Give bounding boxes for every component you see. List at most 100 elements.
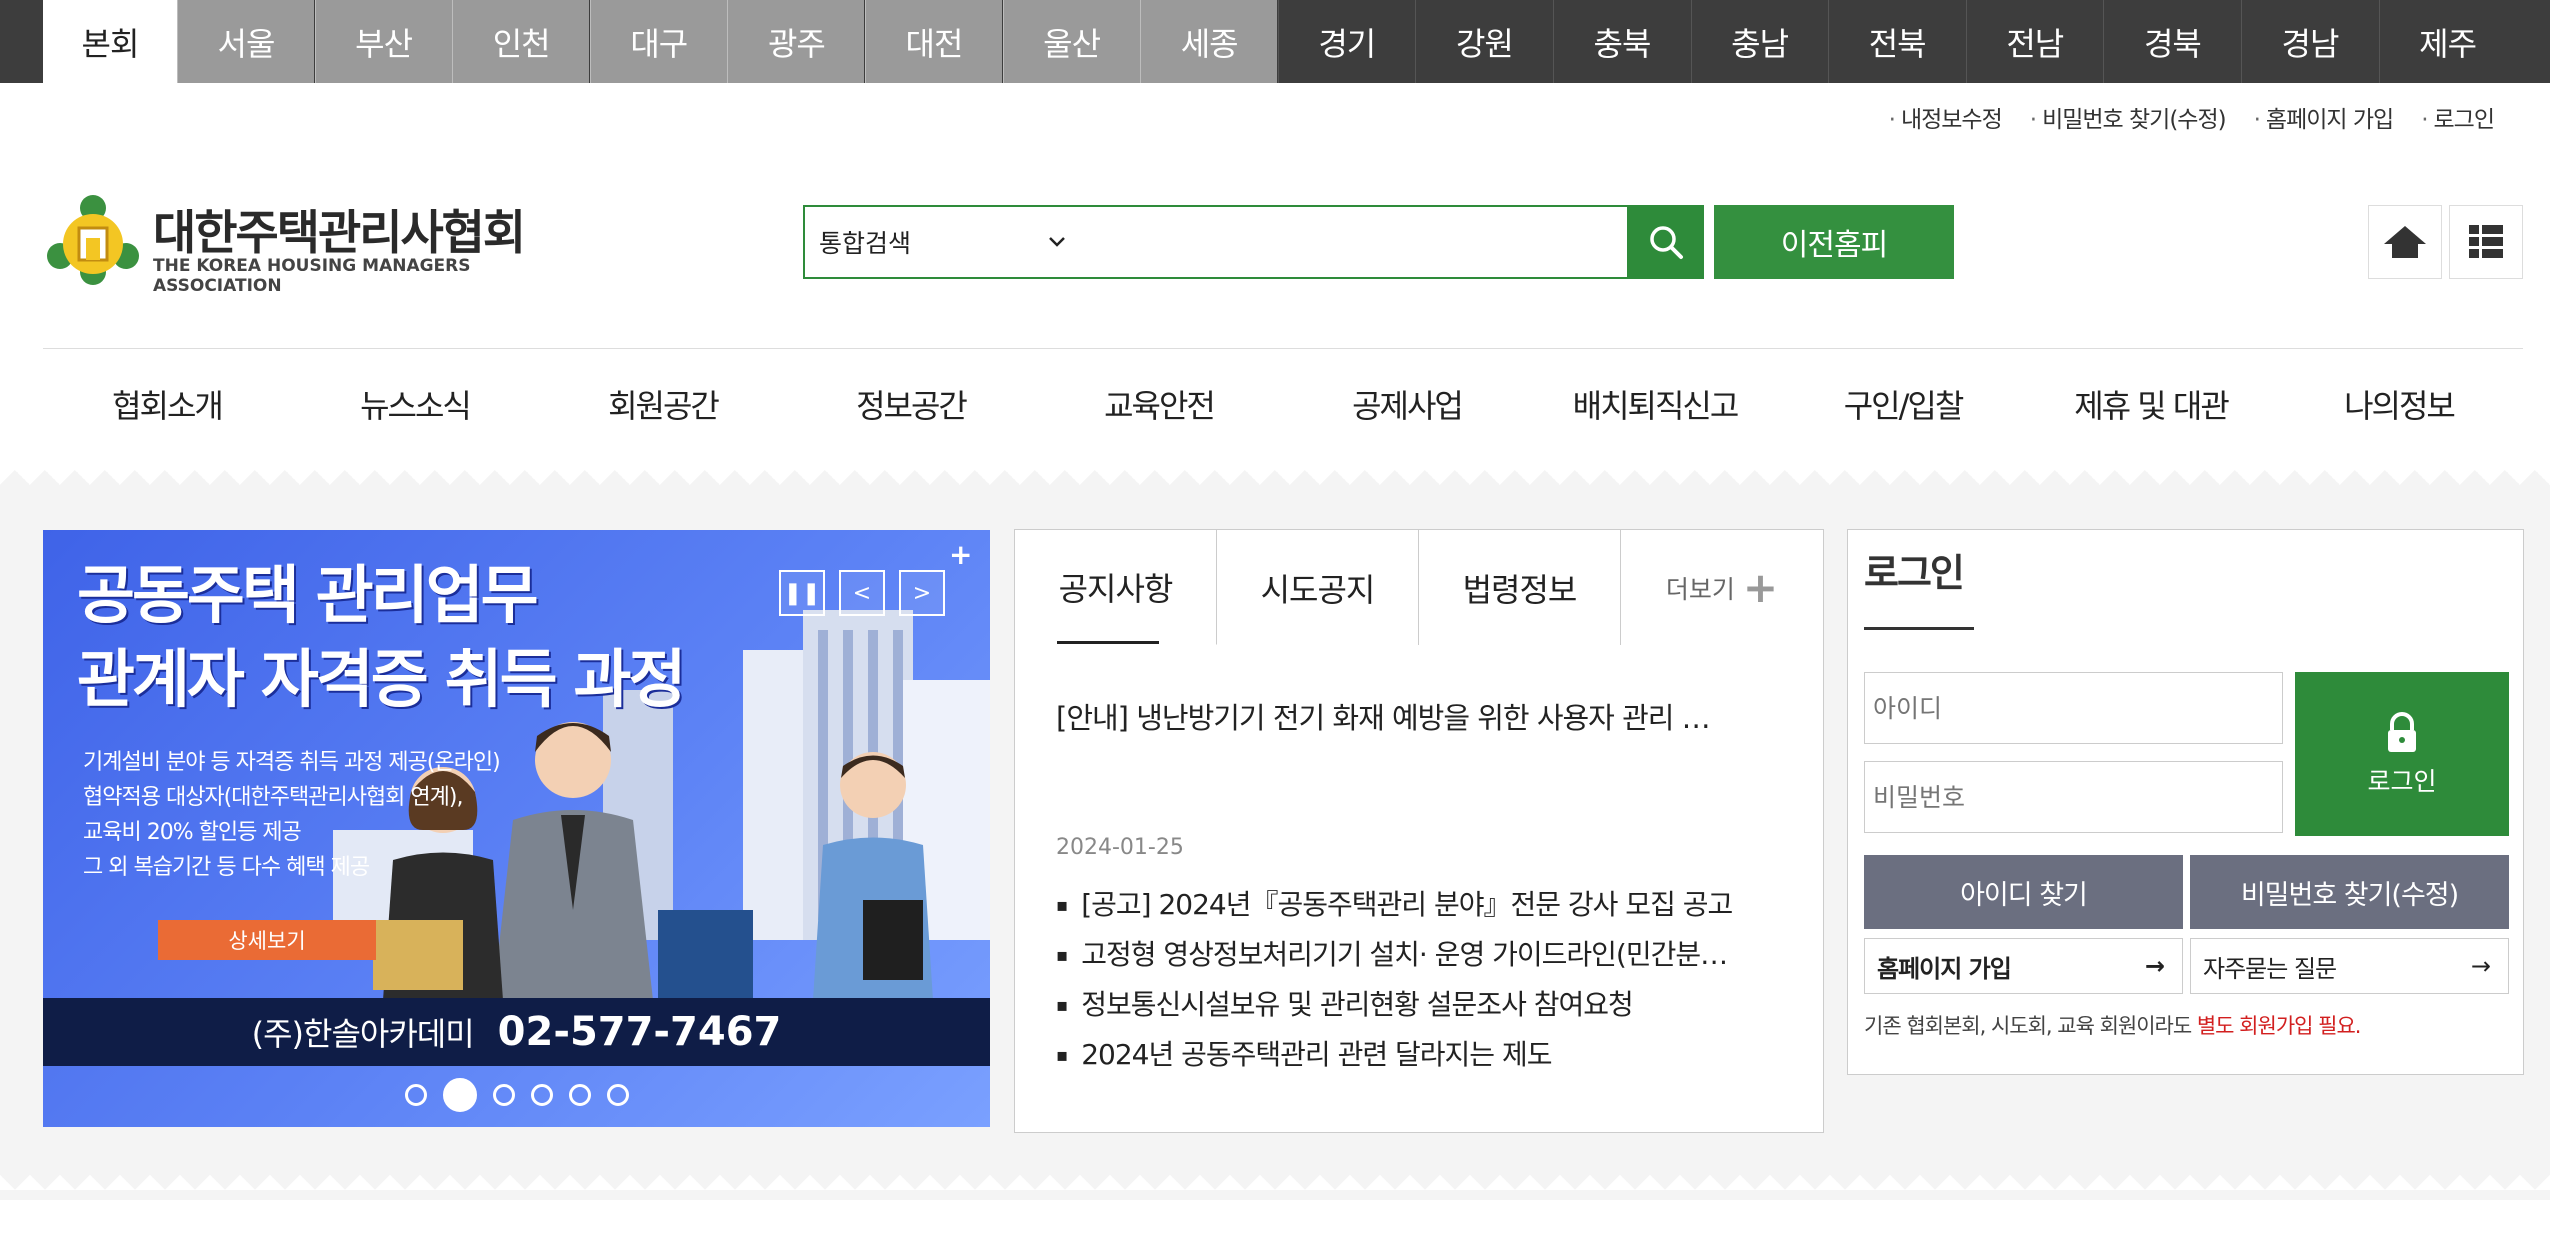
notice-date: 2024-01-25 — [1056, 835, 1184, 860]
region-tab[interactable]: 경기 — [1277, 0, 1415, 83]
login-title: 로그인 — [1864, 551, 1965, 595]
find-password-link[interactable]: 비밀번호 찾기(수정) — [2030, 100, 2227, 134]
region-tab[interactable]: 충남 — [1690, 0, 1828, 83]
region-tab[interactable]: 세종 — [1140, 0, 1278, 83]
region-tab[interactable]: 대구 — [589, 0, 727, 83]
login-note-warning[interactable]: 별도 회원가입 필요. — [2197, 1014, 2362, 1038]
nav-item[interactable]: 배치퇴직신고 — [1531, 349, 1779, 459]
banner-title: 공동주택 관리업무 관계자 자격증 취득 과정 — [77, 554, 686, 722]
site-logo[interactable]: 대한주택관리사협회 THE KOREA HOUSING MANAGERS ASS… — [43, 194, 563, 296]
previous-homepage-button[interactable]: 이전홈피 — [1714, 205, 1954, 279]
search-icon — [1649, 226, 1683, 259]
notice-headline[interactable]: [안내] 냉난방기기 전기 화재 예방을 위한 사용자 관리 … — [1056, 695, 1776, 737]
region-tab[interactable]: 경남 — [2241, 0, 2378, 83]
chevron-right-icon[interactable]: > — [899, 570, 945, 616]
edit-profile-link[interactable]: 내정보수정 — [1889, 100, 2003, 134]
arrow-right-icon: → — [2144, 952, 2165, 980]
find-password-button[interactable]: 비밀번호 찾기(수정) — [2190, 855, 2509, 929]
list-item[interactable]: 고정형 영상정보처리기기 설치· 운영 가이드라인(민간분… — [1056, 930, 1796, 980]
tab-regional-notice[interactable]: 시도공지 — [1217, 530, 1419, 645]
nav-item[interactable]: 회원공간 — [539, 349, 787, 459]
sitemap-button[interactable] — [2449, 205, 2523, 279]
banner-body-line: 협약적용 대상자(대한주택관리사협회 연계), — [83, 785, 463, 810]
lock-icon — [2388, 712, 2416, 752]
login-link[interactable]: 로그인 — [2421, 100, 2495, 134]
home-icon — [2384, 226, 2426, 258]
nav-item[interactable]: 공제사업 — [1283, 349, 1531, 459]
region-tab[interactable]: 강원 — [1415, 0, 1553, 83]
region-tab[interactable]: 대전 — [865, 0, 1002, 83]
list-item[interactable]: [공고] 2024년『공동주택관리 분야』전문 강사 모집 공고 — [1056, 880, 1796, 930]
more-button[interactable]: 더보기 + — [1621, 530, 1823, 645]
region-tab[interactable]: 인천 — [452, 0, 590, 83]
pause-icon[interactable]: ❚❚ — [779, 570, 825, 616]
slide-dot[interactable] — [492, 1084, 515, 1106]
tab-notice[interactable]: 공지사항 — [1015, 530, 1217, 645]
nav-item[interactable]: 구인/입찰 — [1779, 349, 2027, 459]
slide-dot[interactable] — [530, 1084, 553, 1106]
home-button[interactable] — [2368, 205, 2442, 279]
region-tab[interactable]: 울산 — [1002, 0, 1140, 83]
tab-legal-info[interactable]: 법령정보 — [1419, 530, 1621, 645]
slide-dot[interactable] — [568, 1084, 591, 1106]
region-tab[interactable]: 경북 — [2103, 0, 2241, 83]
search-scope-select[interactable]: 통합검색 — [819, 207, 1059, 277]
banner-title-line2: 관계자 자격증 취득 과정 — [77, 643, 686, 716]
login-submit-button[interactable]: 로그인 — [2295, 672, 2509, 836]
password-field[interactable] — [1864, 761, 2283, 833]
slide-dot-active[interactable] — [442, 1078, 477, 1112]
region-tab[interactable]: 전북 — [1828, 0, 1966, 83]
banner-detail-button[interactable]: 상세보기 — [158, 920, 376, 960]
search-button[interactable] — [1627, 205, 1704, 279]
banner-body-line: 교육비 20% 할인등 제공 — [83, 820, 302, 845]
region-tab-bar: 본회 서울 부산 인천 대구 광주 대전 울산 세종 경기 강원 충북 충남 전북 전남 경북 경남 제주 — [0, 0, 2550, 83]
nav-item[interactable]: 협회소개 — [43, 349, 291, 459]
banner-body: 기계설비 분야 등 자격증 취득 과정 제공(온라인) 협약적용 대상자(대한주… — [83, 745, 501, 885]
slide-dot[interactable] — [404, 1084, 427, 1106]
notice-tabs: 공지사항 시도공지 법령정보 더보기 + — [1015, 530, 1823, 645]
region-tab[interactable]: 광주 — [727, 0, 865, 83]
banner-phone: 02-577-7467 — [497, 1009, 782, 1055]
chevron-down-icon[interactable] — [1045, 229, 1069, 253]
login-title-underline — [1864, 627, 1974, 630]
login-panel: 로그인 로그인 아이디 찾기 비밀번호 찾기(수정) 홈페이지 가입 → 자주묻… — [1847, 529, 2524, 1075]
region-tab-active[interactable]: 본회 — [43, 0, 177, 83]
find-id-button[interactable]: 아이디 찾기 — [1864, 855, 2183, 929]
search-box: 통합검색 — [803, 205, 1629, 279]
region-tab[interactable]: 서울 — [177, 0, 314, 83]
id-field[interactable] — [1864, 672, 2283, 744]
login-submit-label: 로그인 — [2367, 767, 2437, 796]
list-item[interactable]: 2024년 공동주택관리 관련 달라지는 제도 — [1056, 1030, 1796, 1080]
arrow-right-icon: → — [2470, 952, 2491, 980]
utility-links: 내정보수정 비밀번호 찾기(수정) 홈페이지 가입 로그인 — [1889, 100, 2495, 134]
nav-item[interactable]: 나의정보 — [2275, 349, 2523, 459]
search-input[interactable] — [1095, 213, 1615, 271]
list-item[interactable]: 정보통신시설보유 및 관리현황 설문조사 참여요청 — [1056, 980, 1796, 1030]
banner-body-line: 그 외 복습기간 등 다수 혜택 제공 — [83, 855, 370, 880]
nav-item[interactable]: 정보공간 — [787, 349, 1035, 459]
faq-button[interactable]: 자주묻는 질문 → — [2190, 938, 2509, 994]
banner-footer: (주)한솔아카데미 02-577-7467 — [43, 998, 990, 1066]
login-note-text: 기존 협회본회, 시도회, 교육 회원이라도 — [1864, 1014, 2197, 1038]
content-background-bottom — [0, 1160, 2550, 1200]
nav-item[interactable]: 뉴스소식 — [291, 349, 539, 459]
banner-expand-icon[interactable]: + — [949, 538, 972, 571]
nav-item[interactable]: 제휴 및 대관 — [2027, 349, 2275, 459]
login-note: 기존 협회본회, 시도회, 교육 회원이라도 별도 회원가입 필요. — [1864, 1010, 2362, 1040]
promo-banner[interactable]: + ❚❚ < > 공동주택 관리업무 관계자 자격증 취득 과정 기계설비 분야… — [43, 530, 990, 1127]
join-button[interactable]: 홈페이지 가입 → — [1864, 938, 2183, 994]
slide-indicators — [43, 1075, 990, 1115]
chevron-left-icon[interactable]: < — [839, 570, 885, 616]
slide-dot[interactable] — [606, 1084, 629, 1106]
plus-icon: + — [1742, 562, 1779, 612]
nav-item[interactable]: 교육안전 — [1035, 349, 1283, 459]
logo-name-ko: 대한주택관리사협회 — [153, 206, 526, 261]
join-label: 홈페이지 가입 — [1877, 954, 2012, 983]
region-tab[interactable]: 충북 — [1553, 0, 1690, 83]
region-tab[interactable]: 부산 — [314, 0, 452, 83]
region-tab[interactable]: 제주 — [2378, 0, 2516, 83]
banner-company: (주)한솔아카데미 — [251, 1015, 475, 1053]
join-link[interactable]: 홈페이지 가입 — [2254, 100, 2394, 134]
region-tab[interactable]: 전남 — [1965, 0, 2103, 83]
notice-panel: 공지사항 시도공지 법령정보 더보기 + [안내] 냉난방기기 전기 화재 예방… — [1014, 529, 1824, 1133]
